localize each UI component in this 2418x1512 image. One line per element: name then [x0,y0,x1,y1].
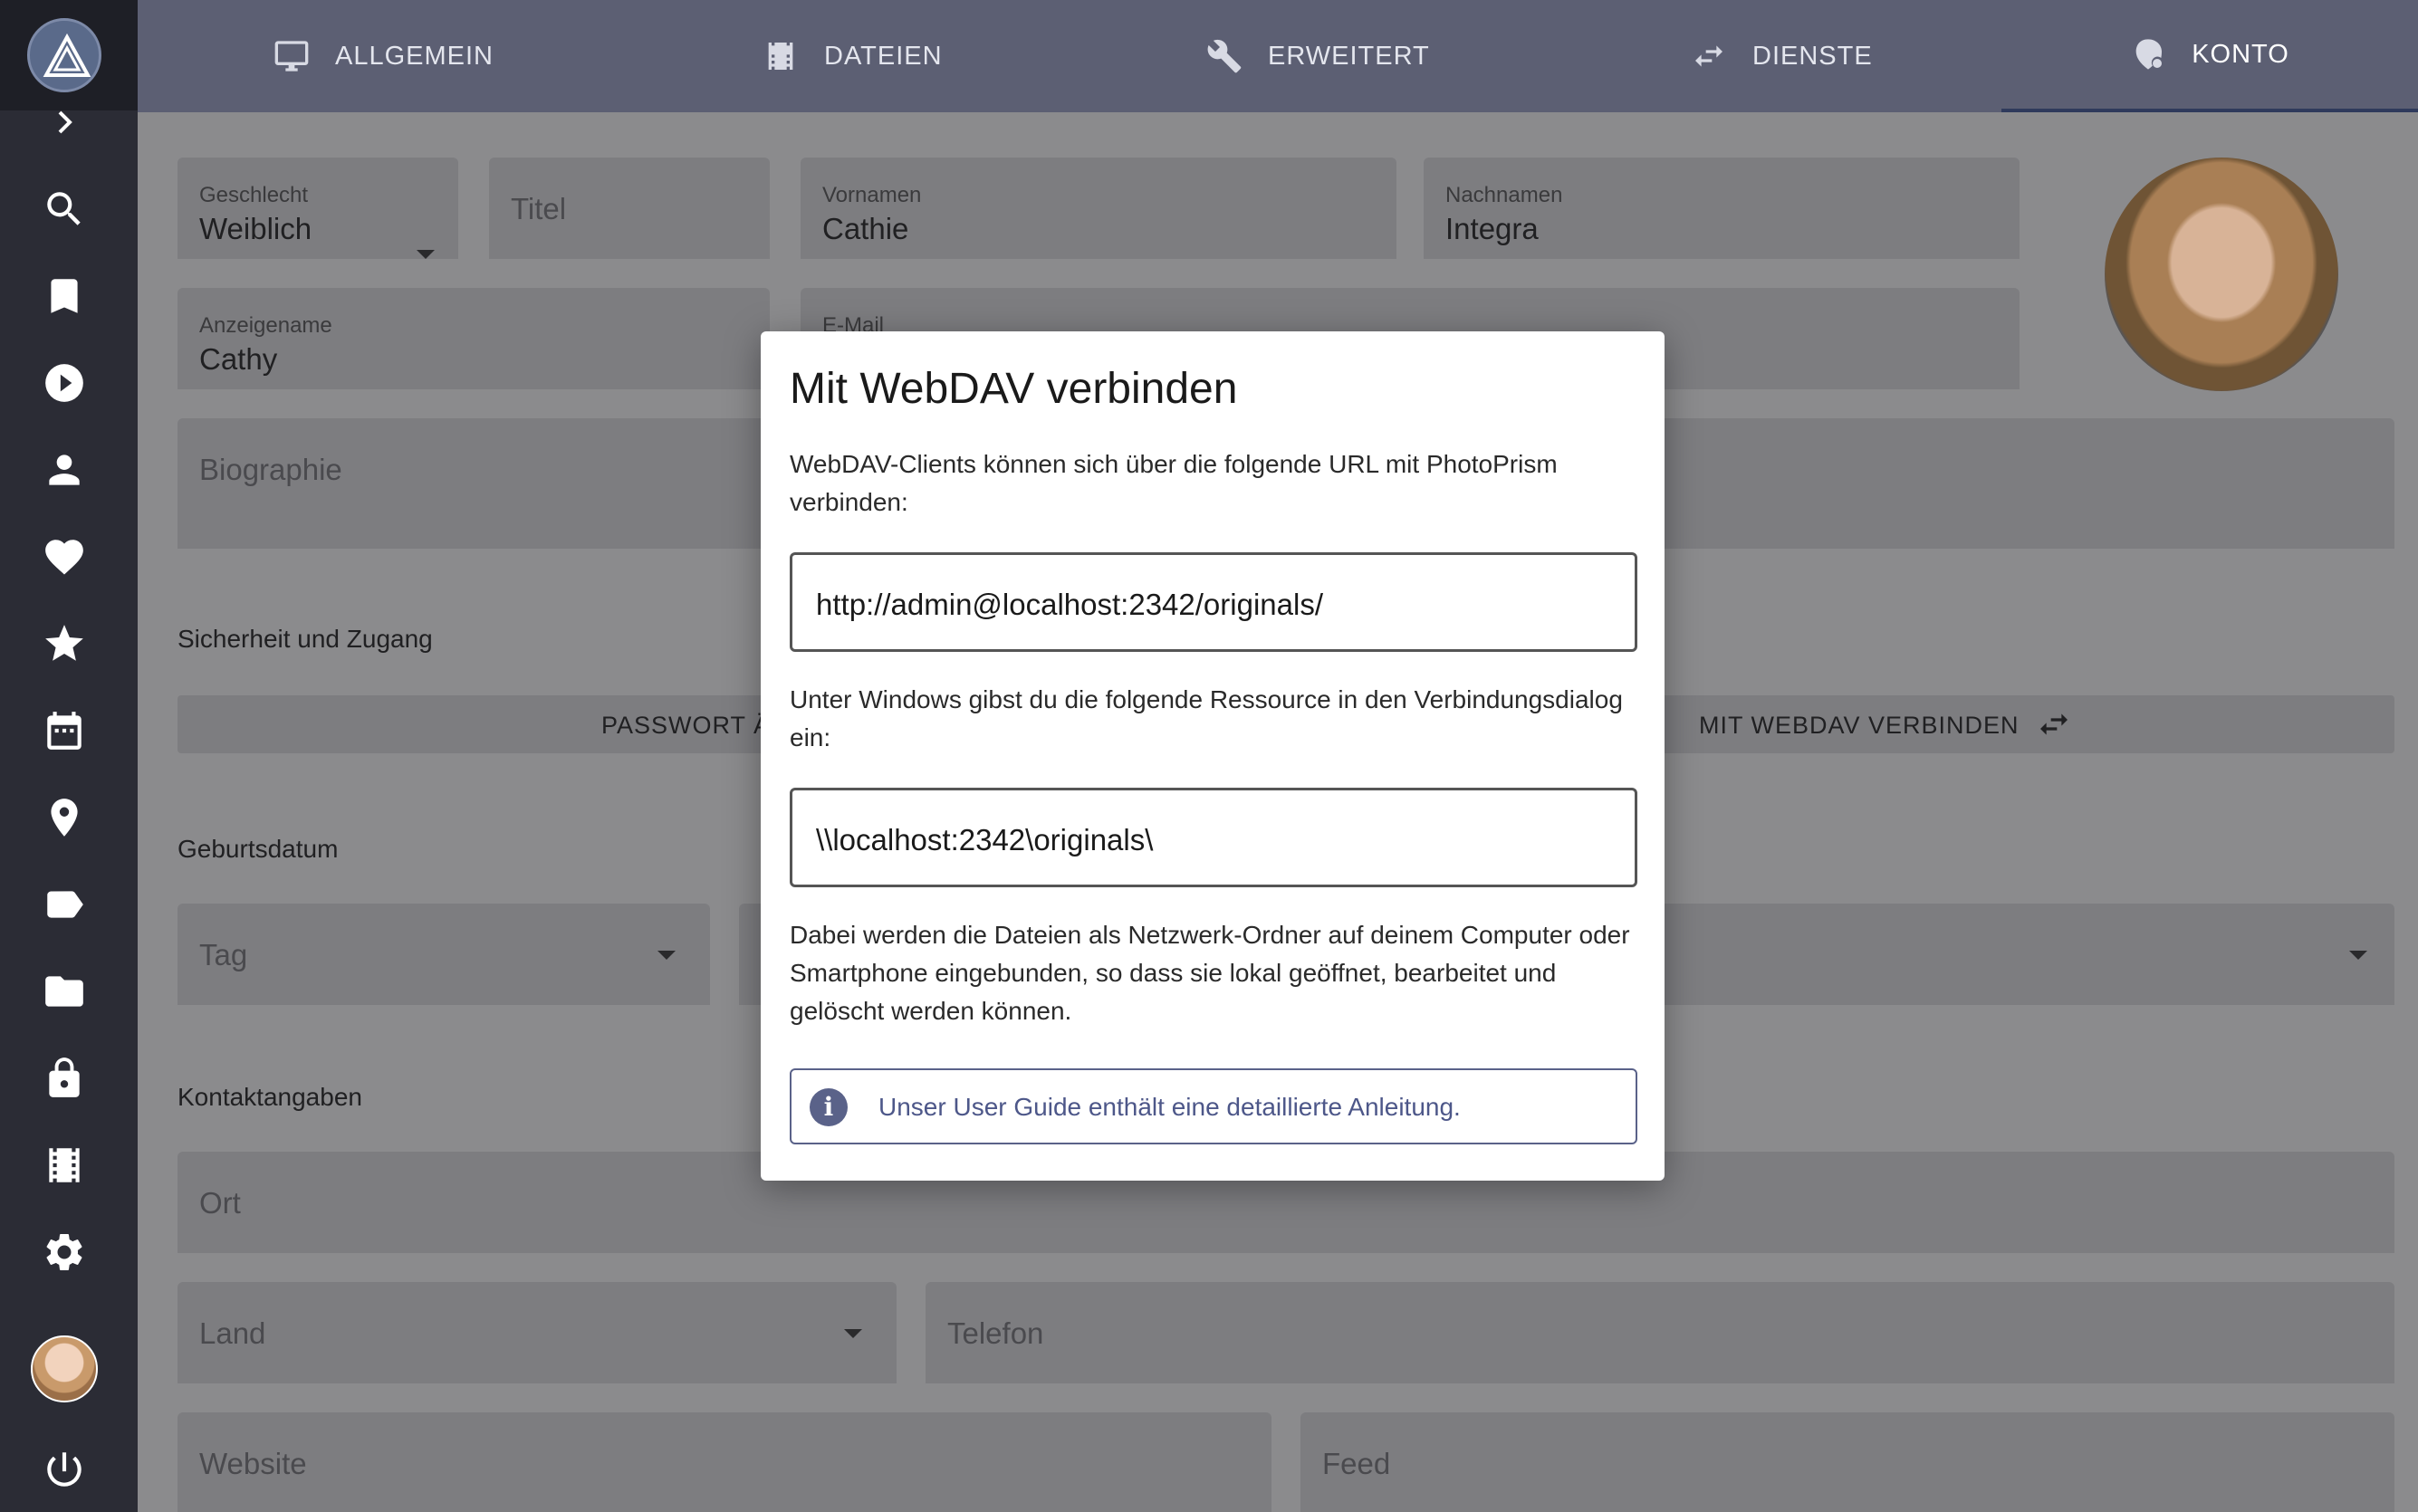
label-icon[interactable] [42,882,87,927]
contact-heading: Kontaktangaben [178,1083,362,1111]
expand-sidebar-icon[interactable] [51,107,78,138]
settings-icon[interactable] [42,1230,87,1275]
field-value: Weiblich [199,212,312,245]
tab-erweitert[interactable]: ERWEITERT [1206,0,1430,112]
security-heading: Sicherheit und Zugang [178,625,433,653]
user-guide-text: Unser User Guide enthält eine detaillier… [878,1093,1461,1121]
field-label: Vornamen [822,183,922,207]
heart-icon[interactable] [42,534,87,579]
field-placeholder: Telefon [947,1316,1044,1350]
field-placeholder: Website [199,1447,307,1480]
profile-photo[interactable] [2105,158,2338,391]
power-icon[interactable] [42,1447,87,1492]
dialog-explanation-text: Dabei werden die Dateien als Netzwerk-Or… [790,921,1630,1025]
wrench-icon [1207,39,1242,73]
webdav-connect-button[interactable]: MIT WEBDAV VERBINDEN [1699,712,2020,740]
field-value: Cathie [822,212,909,245]
unc-path-field[interactable]: \\localhost:2342\originals\ [790,788,1637,887]
country-select[interactable]: Land [178,1282,897,1383]
field-value: Cathy [199,342,278,376]
play-icon[interactable] [42,360,87,406]
person-icon[interactable] [42,447,87,493]
bookmark-icon[interactable] [42,273,87,319]
tab-label: ERWEITERT [1268,41,1430,71]
monitor-icon [274,41,309,72]
birthday-heading: Geburtsdatum [178,835,339,863]
logo-area [0,0,138,110]
field-label: Geschlecht [199,183,309,207]
folder-icon[interactable] [42,969,87,1014]
phone-field[interactable]: Telefon [926,1282,2394,1383]
settings-tabs: ALLGEMEIN DATEIEN ERWEITERT DIENSTE KONT… [138,0,2418,112]
field-label: Nachnamen [1445,183,1563,207]
field-placeholder: Titel [511,192,567,225]
field-placeholder: Ort [199,1186,241,1220]
tab-konto[interactable]: KONTO [2001,0,2418,112]
tab-dienste[interactable]: DIENSTE [1691,0,1873,112]
film-icon[interactable] [42,1143,87,1188]
feed-field[interactable]: Feed [1300,1412,2394,1512]
title-field[interactable]: Titel [489,158,770,259]
user-avatar[interactable] [31,1335,98,1402]
info-icon: i [810,1088,848,1126]
tab-allgemein[interactable]: ALLGEMEIN [273,0,494,112]
dialog-title: Mit WebDAV verbinden [790,365,1238,413]
tab-label: DATEIEN [824,41,943,71]
lastname-field[interactable]: Nachnamen Integra [1424,158,2020,259]
search-icon[interactable] [42,187,87,232]
dialog-intro-text: WebDAV-Clients können sich über die folg… [790,450,1558,516]
field-label: Anzeigename [199,313,332,338]
field-placeholder: Land [199,1316,266,1350]
displayname-field[interactable]: Anzeigename Cathy [178,288,770,389]
firstname-field[interactable]: Vornamen Cathie [801,158,1396,259]
tab-label: ALLGEMEIN [335,41,494,71]
chevron-down-icon [417,250,435,259]
app-logo[interactable] [27,18,101,92]
tab-dateien[interactable]: DATEIEN [763,0,943,112]
file-icon [768,43,793,70]
field-value: Integra [1445,212,1539,245]
location-icon[interactable] [42,795,87,840]
day-select[interactable]: Tag [178,904,710,1005]
webdav-dialog: Mit WebDAV verbinden WebDAV-Clients könn… [761,331,1665,1181]
sync-icon [1695,45,1722,67]
chevron-down-icon [657,951,676,960]
sync-icon [2040,713,2068,735]
field-placeholder: Biographie [199,453,342,486]
field-placeholder: Feed [1322,1447,1391,1480]
account-icon [2135,39,2163,70]
field-placeholder: Tag [199,938,248,971]
chevron-down-icon [2349,951,2367,960]
user-guide-alert[interactable]: i Unser User Guide enthält eine detailli… [790,1068,1637,1144]
website-field[interactable]: Website [178,1412,1271,1512]
gender-select[interactable]: Geschlecht Weiblich [178,158,458,259]
star-icon[interactable] [42,621,87,666]
webdav-url-field[interactable]: http://admin@localhost:2342/originals/ [790,552,1637,652]
tab-label: KONTO [2192,39,2289,69]
chevron-down-icon [844,1329,862,1338]
calendar-icon[interactable] [42,708,87,753]
sidebar [0,0,138,1512]
dialog-windows-text: Unter Windows gibst du die folgende Ress… [790,685,1623,751]
lock-icon[interactable] [42,1056,87,1101]
tab-label: DIENSTE [1752,41,1873,71]
